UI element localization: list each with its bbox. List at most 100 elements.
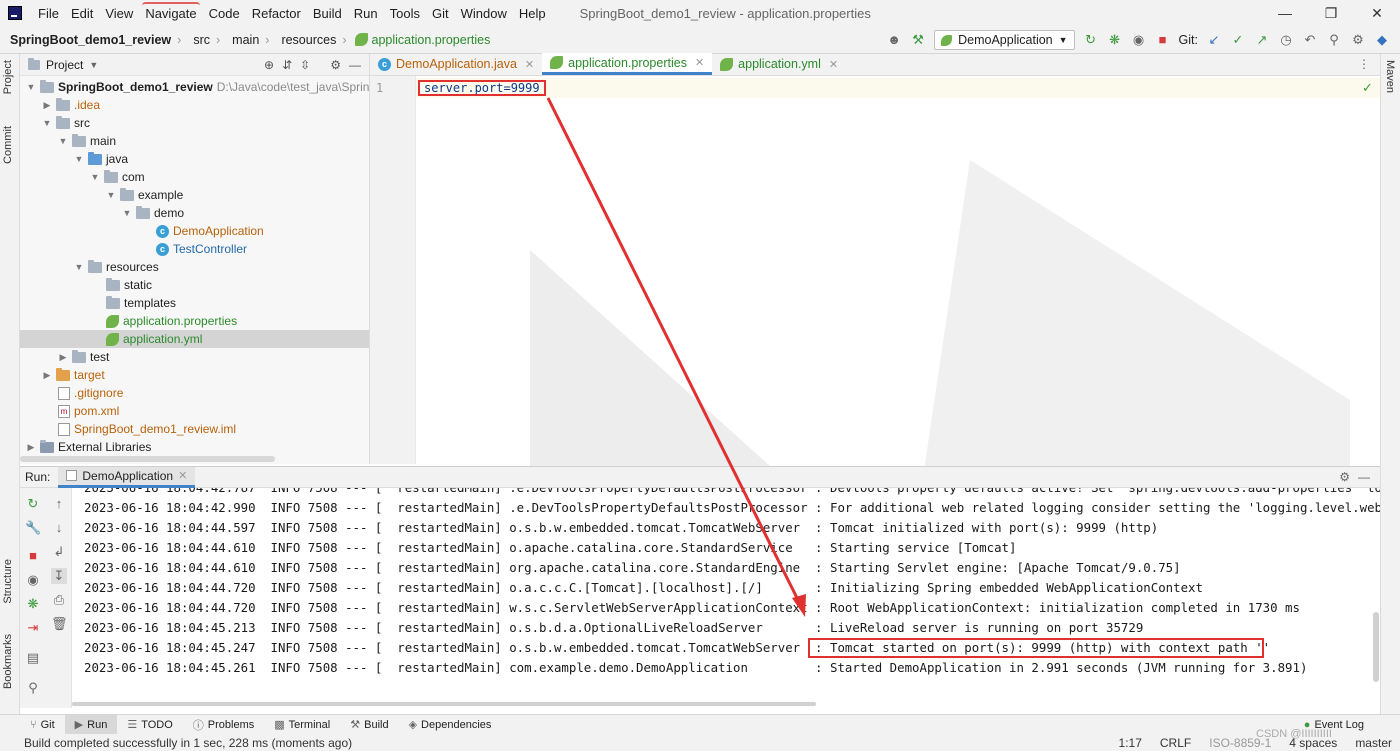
tree-item-pom[interactable]: m pom.xml	[58, 402, 119, 420]
menu-tools[interactable]: Tools	[384, 6, 426, 21]
menu-file[interactable]: File	[32, 6, 65, 21]
rerun-icon[interactable]: ↻	[25, 496, 41, 512]
tree-item-iml[interactable]: SpringBoot_demo1_review.iml	[58, 420, 236, 438]
hide-icon[interactable]: —	[349, 58, 361, 72]
print-icon[interactable]: ⎙	[51, 592, 67, 608]
expanded-arrow-icon[interactable]: ▼	[74, 154, 84, 164]
inspection-ok-icon[interactable]: ✓	[1362, 80, 1373, 96]
menu-build[interactable]: Build	[307, 6, 348, 21]
tool-tab-structure[interactable]: Structure	[2, 559, 14, 604]
arrow-up-icon[interactable]: ↑	[51, 496, 67, 512]
tree-item-target[interactable]: ▶ target	[42, 366, 105, 384]
code-editor[interactable]	[370, 76, 1380, 464]
hide-icon[interactable]: —	[1358, 470, 1380, 484]
console-vertical-scrollbar[interactable]	[1373, 612, 1379, 682]
stop-icon[interactable]: ■	[25, 548, 41, 564]
tab-demoapplication-java[interactable]: c DemoApplication.java ✕	[370, 53, 542, 75]
menu-code[interactable]: Code	[203, 6, 246, 21]
expanded-arrow-icon[interactable]: ▼	[42, 118, 52, 128]
tool-tab-bookmarks[interactable]: Bookmarks	[2, 634, 14, 689]
more-tabs-icon[interactable]: ⋮	[1358, 57, 1380, 75]
pin-icon[interactable]: ⚲	[25, 680, 41, 696]
git-push-icon[interactable]: ↗	[1254, 32, 1270, 48]
menu-window[interactable]: Window	[455, 6, 513, 21]
tree-item-application-yml[interactable]: application.yml	[20, 330, 369, 348]
tool-window-todo[interactable]: ☰ TODO	[117, 715, 182, 735]
rerun-icon[interactable]: ↻	[1083, 32, 1099, 48]
gear-icon[interactable]: ⚙	[330, 58, 341, 72]
ide-logo-icon[interactable]: ◆	[1374, 32, 1390, 48]
close-tab-icon[interactable]: ✕	[695, 56, 704, 69]
run-tab-demoapplication[interactable]: DemoApplication ✕	[58, 466, 196, 488]
tree-item-java[interactable]: ▼ java	[74, 150, 128, 168]
menu-edit[interactable]: Edit	[65, 6, 99, 21]
tool-window-terminal[interactable]: ▩ Terminal	[264, 715, 340, 735]
tree-item-src[interactable]: ▼ src	[42, 114, 90, 132]
chevron-down-icon[interactable]: ▼	[89, 60, 98, 70]
tree-item-example[interactable]: ▼ example	[106, 186, 183, 204]
tool-tab-project[interactable]: Project	[2, 60, 14, 94]
tree-item-demoapplication[interactable]: c DemoApplication	[156, 222, 264, 240]
tab-application-yml[interactable]: application.yml ✕	[712, 53, 846, 75]
tree-item-test[interactable]: ▶ test	[58, 348, 109, 366]
minimize-icon[interactable]: —	[1262, 0, 1308, 26]
tool-window-problems[interactable]: ⓘ Problems	[183, 715, 264, 735]
menu-run[interactable]: Run	[348, 6, 384, 21]
gear-icon[interactable]: ⚙	[1350, 32, 1366, 48]
console-horizontal-scrollbar[interactable]	[72, 702, 816, 706]
tree-item-testcontroller[interactable]: c TestController	[156, 240, 247, 258]
wrench-icon[interactable]: 🔧	[25, 520, 41, 536]
breadcrumb-src[interactable]: src	[183, 33, 214, 47]
expanded-arrow-icon[interactable]: ▼	[58, 136, 68, 146]
tab-application-properties[interactable]: application.properties ✕	[542, 53, 713, 75]
git-update-icon[interactable]: ↙	[1206, 32, 1222, 48]
tree-item-templates[interactable]: templates	[106, 294, 176, 312]
git-commit-icon[interactable]: ✓	[1230, 32, 1246, 48]
tree-item-gitignore[interactable]: .gitignore	[58, 384, 123, 402]
expanded-arrow-icon[interactable]: ▼	[26, 82, 36, 92]
git-branch[interactable]: master	[1355, 736, 1392, 750]
code-line-server-port[interactable]: server.port=9999	[418, 80, 546, 96]
expanded-arrow-icon[interactable]: ▼	[74, 262, 84, 272]
menu-refactor[interactable]: Refactor	[246, 6, 307, 21]
horizontal-scrollbar[interactable]	[20, 456, 275, 462]
scroll-to-end-icon[interactable]: ↧	[51, 568, 67, 584]
caret-position[interactable]: 1:17	[1119, 736, 1142, 750]
locate-icon[interactable]: ⊕	[264, 58, 274, 72]
gear-icon[interactable]: ⚙	[1339, 470, 1350, 484]
soft-wrap-icon[interactable]: ↲	[51, 544, 67, 560]
tree-item-resources[interactable]: ▼ resources	[74, 258, 159, 276]
arrow-down-icon[interactable]: ↓	[51, 520, 67, 536]
close-icon[interactable]: ✕	[1354, 0, 1400, 26]
tool-tab-commit[interactable]: Commit	[2, 126, 14, 164]
debug-icon[interactable]: ❋	[1107, 32, 1123, 48]
collapsed-arrow-icon[interactable]: ▶	[42, 100, 52, 111]
git-history-icon[interactable]: ◷	[1278, 32, 1294, 48]
run-configuration-select[interactable]: DemoApplication ▼	[934, 30, 1075, 50]
expand-all-icon[interactable]: ⇵	[282, 58, 292, 72]
tool-window-git[interactable]: ⑂ Git	[0, 715, 65, 735]
status-message[interactable]: Build completed successfully in 1 sec, 2…	[0, 736, 352, 750]
menu-git[interactable]: Git	[426, 6, 455, 21]
tree-item-demo[interactable]: ▼ demo	[122, 204, 184, 222]
expanded-arrow-icon[interactable]: ▼	[90, 172, 100, 182]
search-icon[interactable]: ⚲	[1326, 32, 1342, 48]
menu-view[interactable]: View	[99, 6, 139, 21]
exit-icon[interactable]: ⇥	[25, 620, 41, 636]
console-output[interactable]: 2023-06-16 18:04:42.787 INFO 7508 --- [ …	[72, 488, 1380, 706]
close-tab-icon[interactable]: ✕	[829, 58, 838, 71]
stop-icon[interactable]: ■	[1155, 32, 1171, 48]
close-tab-icon[interactable]: ✕	[525, 58, 534, 71]
trash-icon[interactable]: 🗑	[51, 616, 68, 632]
menu-help[interactable]: Help	[513, 6, 552, 21]
breadcrumb-resources[interactable]: resources	[271, 33, 340, 47]
collapsed-arrow-icon[interactable]: ▶	[26, 442, 36, 453]
line-separator[interactable]: CRLF	[1160, 736, 1191, 750]
layout-icon[interactable]: ▤	[25, 650, 41, 666]
menu-navigate[interactable]: Navigate	[139, 1, 202, 21]
collapsed-arrow-icon[interactable]: ▶	[42, 370, 52, 381]
tool-window-run[interactable]: ▶ Run	[64, 714, 118, 735]
tree-item-static[interactable]: static	[106, 276, 152, 294]
expanded-arrow-icon[interactable]: ▼	[122, 208, 132, 218]
tool-tab-maven[interactable]: Maven	[1384, 60, 1396, 93]
